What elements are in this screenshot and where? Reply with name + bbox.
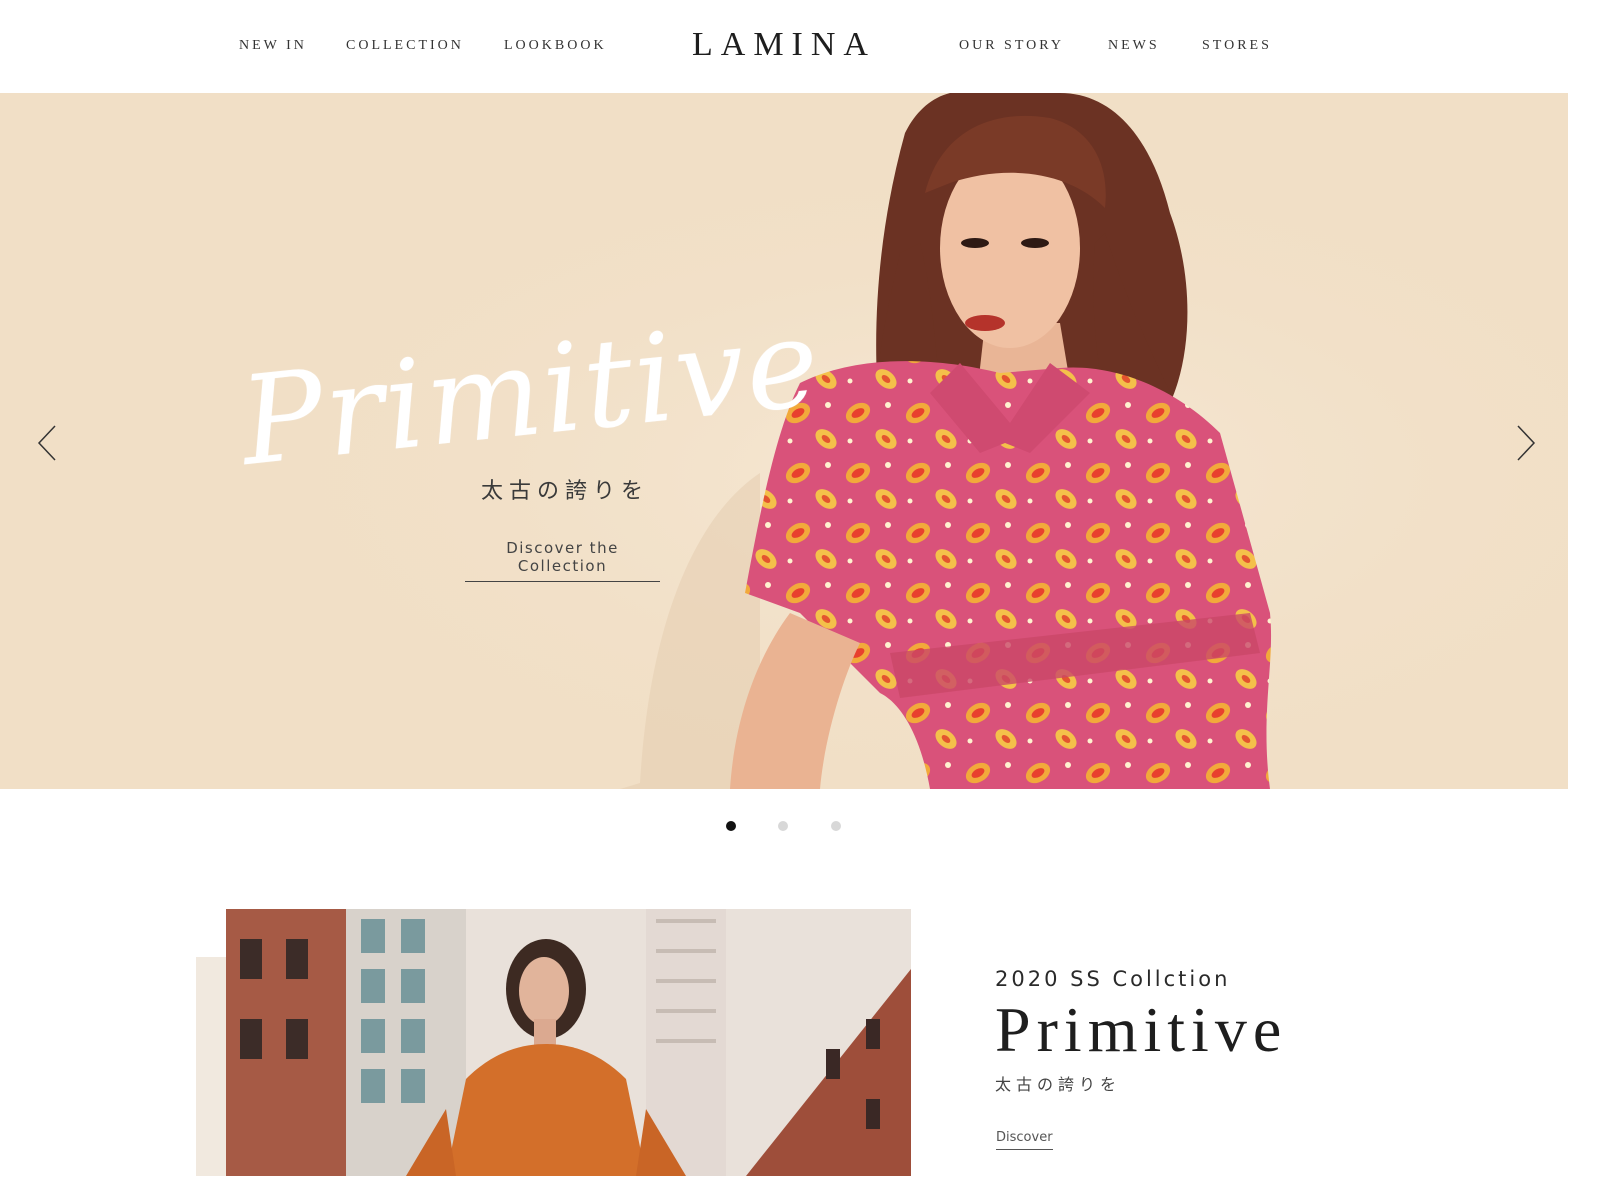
- feature-accent-block: [196, 957, 226, 1176]
- hero-subtitle: 太古の誇りを: [480, 479, 649, 504]
- hero-slider: Primitive 太古の誇りを Discover the Collection: [0, 93, 1568, 789]
- nav-collection[interactable]: COLLECTION: [346, 38, 464, 54]
- slider-dot-1[interactable]: [726, 821, 736, 831]
- nav-our-story[interactable]: OUR STORY: [959, 38, 1064, 54]
- brand-logo[interactable]: LAMINA: [692, 26, 876, 63]
- nav-lookbook[interactable]: LOOKBOOK: [504, 38, 607, 54]
- collection-subtitle: 太古の誇りを: [995, 1075, 1122, 1094]
- chevron-left-icon: [37, 425, 56, 461]
- site-header: NEW IN COLLECTION LOOKBOOK LAMINA OUR ST…: [0, 0, 1568, 93]
- feature-photo-art: [226, 909, 911, 1176]
- slider-prev-button[interactable]: [33, 423, 63, 463]
- slider-dot-3[interactable]: [831, 821, 841, 831]
- collection-title: Primitive: [995, 994, 1288, 1065]
- hero-model-image: [0, 93, 1568, 789]
- nav-news[interactable]: NEWS: [1108, 38, 1160, 54]
- chevron-right-icon: [1517, 425, 1536, 461]
- nav-stores[interactable]: STORES: [1202, 38, 1272, 54]
- discover-collection-link[interactable]: Discover the Collection: [465, 539, 660, 582]
- brand-logo-wrap: LAMINA: [0, 26, 1568, 64]
- nav-new-in[interactable]: NEW IN: [239, 38, 307, 54]
- slider-pagination: [0, 820, 1568, 832]
- feature-collection-image[interactable]: [226, 909, 911, 1176]
- slider-next-button[interactable]: [1510, 423, 1540, 463]
- collection-season-label: 2020 SS Collction: [995, 967, 1231, 991]
- slider-dot-2[interactable]: [778, 821, 788, 831]
- discover-link[interactable]: Discover: [996, 1130, 1053, 1150]
